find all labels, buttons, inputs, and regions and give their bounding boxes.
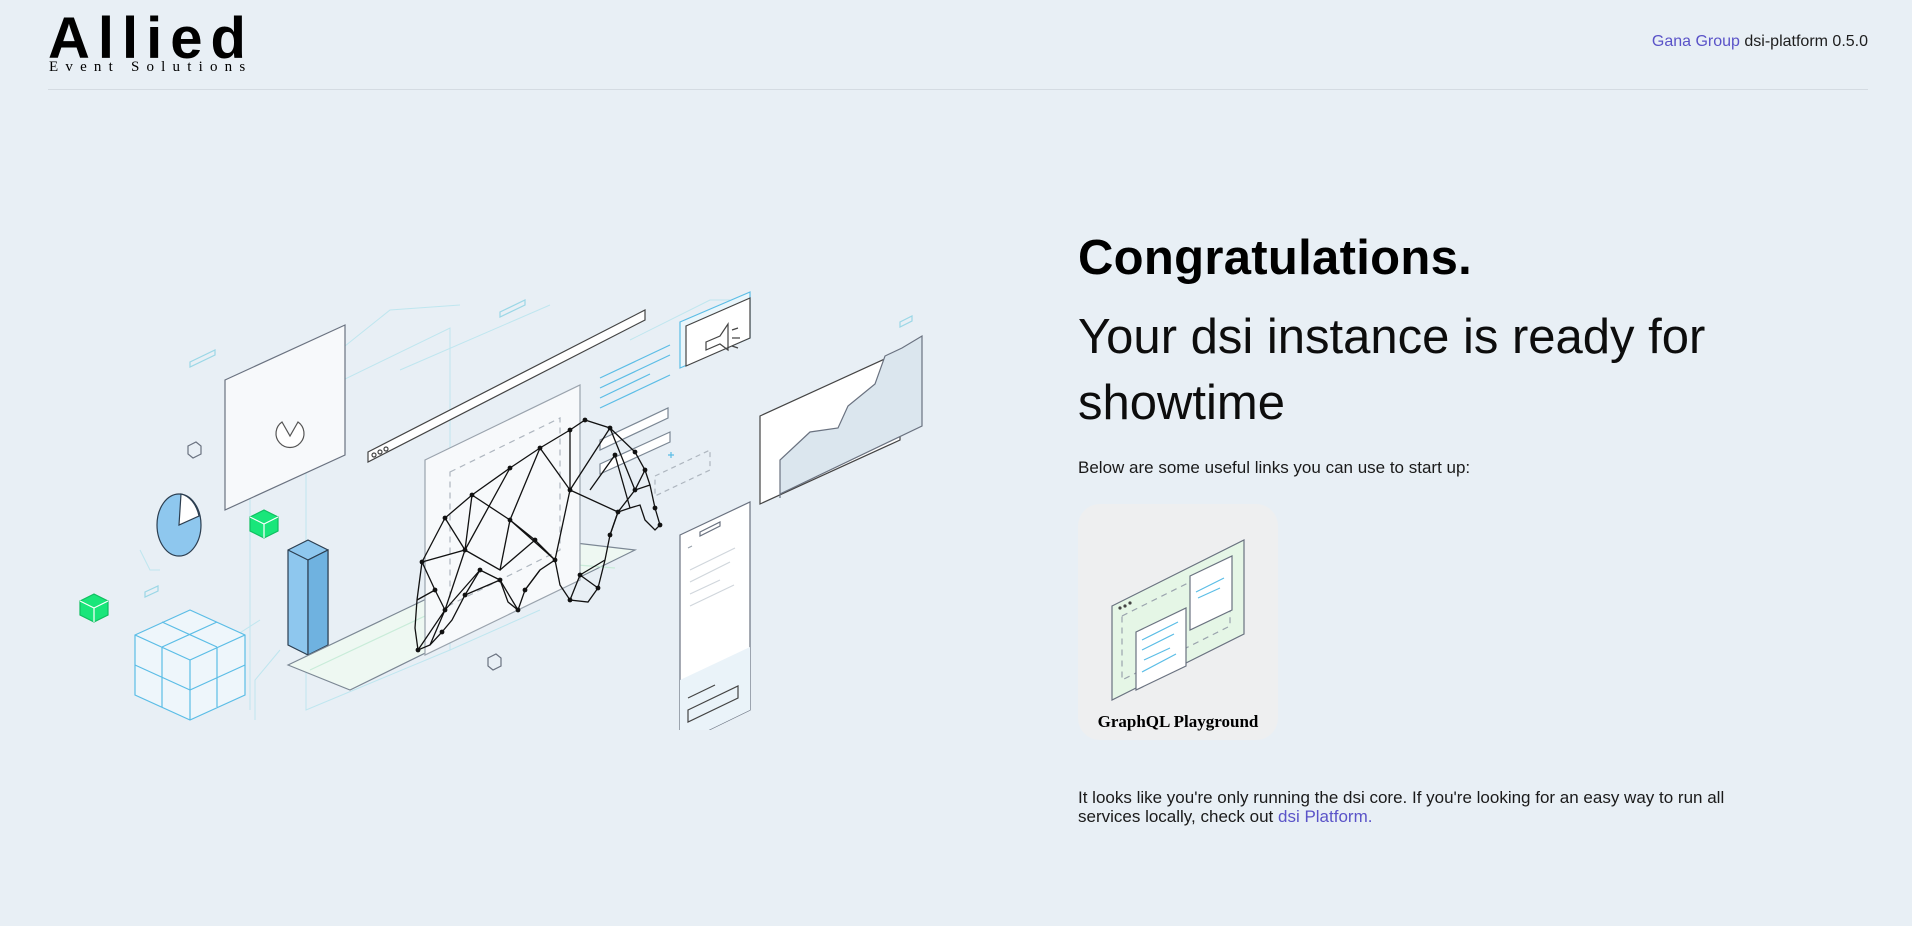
version-text: dsi-platform 0.5.0 [1744, 33, 1868, 50]
version-info: Gana Group dsi-platform 0.5.0 [1652, 33, 1868, 51]
logo[interactable]: Allied Event Solutions [48, 10, 288, 80]
headline: Congratulations. [1078, 231, 1473, 285]
header: Allied Event Solutions Gana Group dsi-pl… [48, 0, 1868, 90]
pie-panel [224, 324, 346, 511]
link-cards: GraphQL Playground [1078, 504, 1838, 740]
page: Allied Event Solutions Gana Group dsi-pl… [0, 0, 1912, 926]
org-link[interactable]: Gana Group [1652, 33, 1740, 50]
graphql-playground-illustration [1111, 539, 1245, 701]
main-content: Congratulations. Your dsi instance is re… [1078, 228, 1838, 843]
footer-text: It looks like you're only running the ds… [1078, 788, 1778, 826]
subheadline: Your dsi instance is ready for showtime [1078, 310, 1706, 430]
footer-text-prefix: It looks like you're only running the ds… [1078, 788, 1725, 826]
graphql-playground-card[interactable]: GraphQL Playground [1078, 504, 1278, 740]
hero-illustration [79, 291, 923, 730]
intro-text: Below are some useful links you can use … [1078, 458, 1471, 477]
graphql-playground-label: GraphQL Playground [1097, 712, 1259, 731]
logo-tagline: Event Solutions [49, 59, 253, 75]
dsi-platform-link[interactable]: dsi Platform. [1278, 807, 1372, 826]
